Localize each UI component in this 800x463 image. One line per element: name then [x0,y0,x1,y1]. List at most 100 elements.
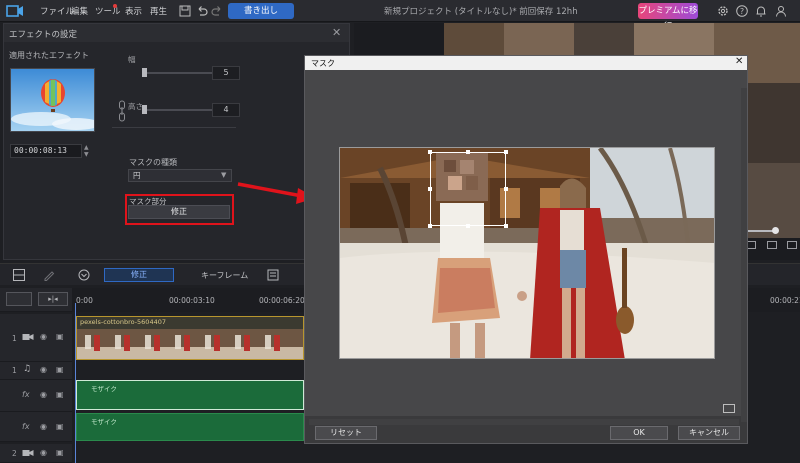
link-ratio-icon[interactable] [118,100,126,122]
resize-handle[interactable] [504,224,508,228]
resize-handle[interactable] [428,150,432,154]
beach-photo [340,148,714,358]
fx-icon: fx [22,390,30,399]
video-camera-icon [22,334,34,340]
undo-icon[interactable] [195,4,209,18]
eye-visibility-icon[interactable]: ◉ [40,448,47,457]
timeline-controls-head: ▸|◂ [0,288,72,312]
circle-chevron-icon[interactable] [77,268,91,282]
project-title: 新規プロジェクト (タイトルなし)* 前回保存 12hh [384,7,578,17]
snapshot-icon[interactable] [767,241,777,249]
insert-media-icon[interactable] [12,268,26,282]
resize-handle[interactable] [428,224,432,228]
lock-icon[interactable]: ▣ [56,332,64,341]
mask-type-dropdown[interactable]: 円 ▼ [128,169,232,182]
svg-text:?: ? [740,7,744,16]
mask-type-value: 円 [133,171,141,180]
lock-icon[interactable]: ▣ [56,390,64,399]
mask-dialog: マスク ✕ リセット OK キャンセル [304,55,748,444]
mosaic-effect-clip[interactable]: モザイク [76,380,304,410]
resize-handle[interactable] [504,187,508,191]
ruler-tick: 00:00:21:10 [770,296,800,305]
settings-gear-icon[interactable] [716,4,730,18]
preview-volume-knob[interactable] [772,227,779,234]
timecode-stepper[interactable]: ▲ ▼ [84,144,92,158]
video-clip-label: pexels-cottonbro-5604407 [80,318,166,326]
video-track-head: 1 ◉ ▣ [0,314,72,362]
callout-highlight-box [125,194,234,225]
lock-icon[interactable]: ▣ [56,365,64,374]
hot-air-balloon-icon [11,69,94,131]
fx-icon: fx [22,422,30,431]
audio-track-head: 1 ♫ ◉ ▣ [0,362,72,380]
tab-keyframe[interactable]: キーフレーム [201,270,248,281]
mosaic-effect-clip[interactable]: モザイク [76,413,304,441]
help-icon[interactable]: ? [735,4,749,18]
lock-icon[interactable]: ▣ [56,422,64,431]
vertical-scrollbar[interactable] [741,88,747,422]
close-icon[interactable]: ✕ [735,56,743,67]
ok-button[interactable]: OK [610,426,668,440]
height-slider-handle[interactable] [142,105,147,114]
track-number: 1 [12,334,17,343]
resize-handle[interactable] [428,187,432,191]
zoom-fit-icon[interactable]: ▸|◂ [38,292,68,306]
width-label: 幅 [128,55,136,64]
video-track-head: 2 ◉ ▣ [0,444,72,463]
height-slider-track[interactable] [142,109,212,111]
resize-handle[interactable] [466,150,470,154]
mask-preview-image[interactable] [339,147,715,359]
video-camera-icon [22,450,34,456]
screen-fit-icon[interactable] [723,404,735,413]
fx-clip-label: モザイク [91,418,117,426]
preview-volume-slider[interactable] [746,230,774,232]
ruler-tick: 00:00:03:10 [169,296,215,305]
track-manager-icon[interactable] [6,292,32,306]
lock-icon[interactable]: ▣ [56,448,64,457]
effect-thumbnail[interactable] [10,68,95,132]
resize-handle[interactable] [466,224,470,228]
mask-dialog-title: マスク [311,59,335,68]
eye-visibility-icon[interactable]: ◉ [40,365,47,374]
reset-button[interactable]: リセット [315,426,377,440]
fullscreen-icon[interactable] [787,241,797,249]
width-slider-track[interactable] [142,72,212,74]
premium-upgrade-button[interactable]: プレミアムに移行 [638,3,698,32]
export-button[interactable]: 書き出し [228,3,294,19]
width-slider-handle[interactable] [142,68,147,77]
cancel-button[interactable]: キャンセル [678,426,740,440]
mask-selection-box[interactable] [430,152,506,226]
redo-icon[interactable] [210,4,224,18]
user-account-icon[interactable] [774,4,788,18]
track-number: 1 [12,366,17,375]
horizontal-scrollbar[interactable] [309,419,739,425]
timeline-tool-icon[interactable] [266,268,280,282]
height-value-field[interactable]: 4 [212,103,240,117]
playhead[interactable] [75,303,76,463]
effect-panel-title: エフェクトの設定 [9,30,78,40]
notification-bell-icon[interactable] [754,4,768,18]
width-value-field[interactable]: 5 [212,66,240,80]
close-icon[interactable]: ✕ [332,26,341,39]
tab-edit[interactable]: 修正 [104,268,174,282]
effect-settings-panel: エフェクトの設定 ✕ 適用されたエフェクト 00:00:08:13 ▲ ▼ 幅 5 [3,23,355,278]
resize-handle[interactable] [504,150,508,154]
fx-track-head: fx ◉ ▣ [0,380,72,412]
timecode-field[interactable]: 00:00:08:13 [10,144,82,158]
menu-playback[interactable]: 再生 [150,5,167,17]
mask-dialog-titlebar: マスク ✕ [305,56,747,70]
fx-track-head: fx ◉ ▣ [0,412,72,442]
divider [112,127,236,128]
eye-visibility-icon[interactable]: ◉ [40,422,47,431]
eye-visibility-icon[interactable]: ◉ [40,390,47,399]
fx-clip-label: モザイク [91,385,117,393]
save-icon[interactable] [178,4,192,18]
menu-view[interactable]: 表示 [125,5,142,17]
menu-file[interactable]: ファイル [40,5,74,17]
pen-edit-icon[interactable] [42,268,56,282]
menu-edit[interactable]: 編集 [71,5,88,17]
mask-canvas [305,70,747,425]
eye-visibility-icon[interactable]: ◉ [40,332,47,341]
menu-bar: ファイル 編集 ツール 表示 再生 書き出し 新規プロジェクト (タイトルなし)… [0,0,800,32]
ruler-tick: 00:00:06:20 [259,296,305,305]
